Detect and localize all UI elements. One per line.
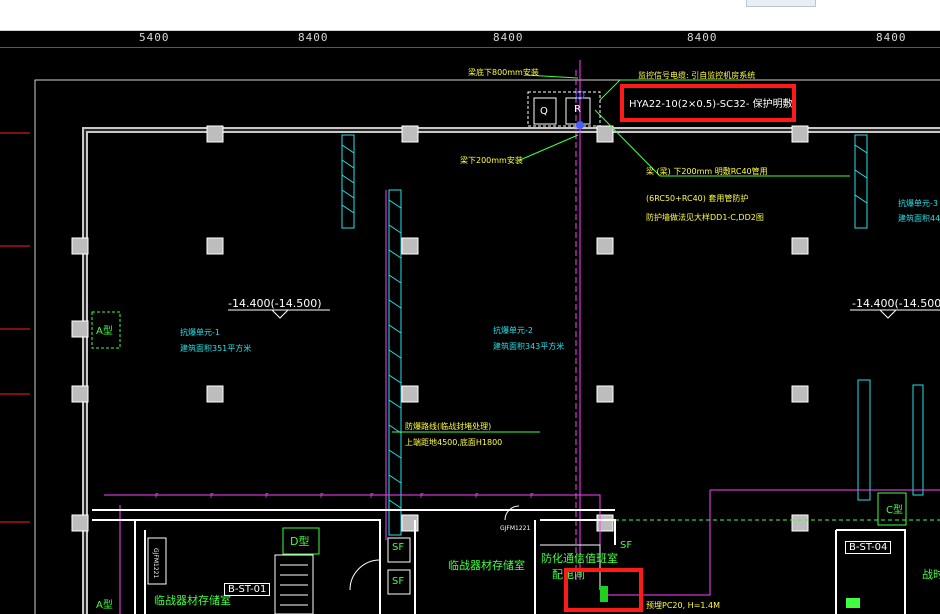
sf-label: SF (392, 542, 405, 553)
grid-axis-ticks (0, 132, 30, 523)
svg-text:F: F (265, 492, 269, 500)
conduit-markers: FFF FFF FF (155, 492, 534, 500)
type-d-label: D型 (290, 535, 310, 548)
dimension-label: 8400 (298, 31, 329, 44)
zone3-area: 建筑面积44平方米 (898, 214, 940, 223)
beam-note: 梁 (梁) 下200mm 明敷RC40管用 (646, 167, 768, 176)
blast-wall-hatch (341, 144, 868, 509)
highlight-box-conduit (620, 84, 796, 122)
blast-walls (341, 134, 924, 536)
drawing-ref: 防护墙做法见大样DD1-C,DD2图 (646, 213, 764, 222)
equipment-boxes (527, 91, 601, 127)
toolbar-tab[interactable] (746, 0, 816, 7)
zone2-name: 抗爆单元-2 (493, 326, 533, 335)
protect-note: (6RC50+RC40) 套用管防护 (646, 194, 749, 203)
svg-text:F: F (475, 492, 479, 500)
svg-text:F: F (370, 492, 374, 500)
structural-walls (82, 127, 940, 614)
svg-text:F: F (155, 492, 159, 500)
cable-tray-note: 防爆路线(临战封堵处理) (405, 422, 492, 431)
zone1-name: 抗爆单元-1 (180, 328, 220, 337)
room-q-label: Q (540, 106, 548, 117)
elevation-markers (228, 309, 940, 319)
zone2-area: 建筑面积343平方米 (493, 342, 565, 351)
cad-drawing-canvas[interactable]: FFF FFF FF (0, 47, 940, 614)
type-a-label-2: A型 (96, 600, 113, 611)
cable-exit-icon (576, 121, 584, 129)
device-icon (846, 598, 860, 608)
type-a-label: A型 (96, 326, 113, 337)
sf-label: SF (620, 540, 633, 551)
door-tag: GJFM1221 (500, 525, 531, 532)
svg-text:F: F (210, 492, 214, 500)
room-storage-2: 临战器材存储室 (154, 594, 231, 607)
dimension-label: 8400 (687, 31, 718, 44)
wall-inner-line (84, 129, 940, 614)
room-comm: 防化通信值班室 (541, 552, 618, 565)
highlight-box-equipment (564, 568, 643, 612)
dimension-label: 5400 (139, 31, 170, 44)
sf-label: SF (392, 576, 405, 587)
cable-tray-height: 上端距地4500,底面H1800 (405, 438, 503, 447)
feed-note: 监控信号电缆: 引自监控机房系统 (638, 71, 756, 80)
stair-tag-b04: B-ST-04 (845, 541, 892, 554)
svg-text:F: F (420, 492, 424, 500)
zone3-name: 抗爆单元-3 (898, 199, 938, 208)
room-r-label: R (574, 104, 581, 115)
zone1-area: 建筑面积351平方米 (180, 344, 252, 353)
window-top-bar (0, 0, 940, 31)
door-tag-2: GJFM1221 (152, 548, 159, 579)
bottom-note: 预埋PC20, H=1.4M (646, 601, 721, 610)
svg-text:F: F (530, 492, 534, 500)
type-c-label: C型 (886, 505, 903, 516)
elevation-right: -14.400(-14.500 (852, 297, 940, 310)
install-note-top: 梁底下800mm安装 (468, 68, 539, 77)
room-storage: 临战器材存储室 (448, 559, 525, 572)
room-partial: 战时 (922, 568, 940, 581)
dimension-label: 8400 (493, 31, 524, 44)
install-note-mid: 梁下200mm安装 (460, 156, 523, 165)
svg-text:F: F (320, 492, 324, 500)
dimension-label: 8400 (876, 31, 907, 44)
stair-tag-b01: B-ST-01 (224, 583, 271, 596)
elevation-left: -14.400(-14.500) (228, 297, 322, 310)
